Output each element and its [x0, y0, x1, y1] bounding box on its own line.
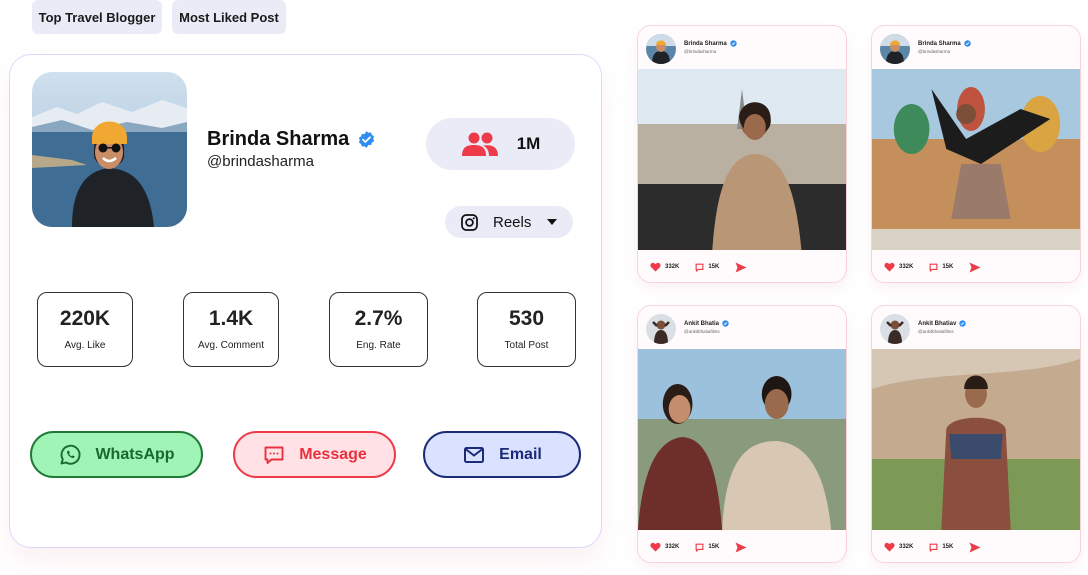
stat-label: Total Post: [504, 339, 549, 351]
profile-avatar: [32, 72, 187, 227]
stat-eng-rate: 2.7% Eng. Rate: [329, 292, 428, 367]
share-icon[interactable]: [969, 262, 981, 273]
tag-top-travel-blogger[interactable]: Top Travel Blogger: [32, 0, 162, 34]
message-button[interactable]: Message: [233, 431, 396, 478]
heart-icon[interactable]: [650, 262, 661, 272]
post-likes: 332K: [665, 264, 680, 270]
post-author-avatar: [880, 34, 910, 64]
influencer-profile-card: Brinda Sharma @brindasharma 1M Reels 220…: [9, 54, 602, 548]
post-author[interactable]: Ankit Bhatia: [684, 321, 719, 327]
stat-avg-comment: 1.4K Avg. Comment: [183, 292, 279, 367]
comment-icon[interactable]: [929, 263, 938, 272]
post-image[interactable]: [638, 69, 846, 250]
message-label: Message: [299, 445, 367, 463]
post-card[interactable]: Ankit Bhatia @ankitbhatiafilms 332K 15K: [637, 305, 847, 563]
chat-bubble-icon: [264, 446, 284, 464]
stat-label: Avg. Like: [64, 339, 106, 351]
share-icon[interactable]: [735, 542, 747, 553]
profile-handle: @brindasharma: [207, 153, 314, 170]
stat-avg-like: 220K Avg. Like: [37, 292, 133, 367]
post-author-row: Brinda Sharma: [684, 40, 737, 47]
post-image[interactable]: [872, 69, 1080, 250]
post-header: Ankit Bhatia @ankitbhatiafilms: [638, 306, 846, 349]
post-footer: 332K 15K: [638, 250, 846, 282]
heart-icon[interactable]: [884, 542, 895, 552]
post-likes: 332K: [899, 544, 914, 550]
instagram-icon: [461, 213, 478, 231]
post-footer: 332K 15K: [872, 250, 1080, 282]
post-footer: 332K 15K: [638, 530, 846, 562]
stat-value: 1.4K: [208, 306, 254, 330]
whatsapp-icon: [60, 444, 81, 465]
post-image[interactable]: [872, 349, 1080, 530]
post-card[interactable]: Brinda Sharma @brindasharma 332K 15K: [637, 25, 847, 283]
whatsapp-label: WhatsApp: [95, 445, 175, 463]
stat-value: 220K: [59, 306, 111, 330]
stat-label: Avg. Comment: [198, 339, 264, 351]
verified-badge-icon: [963, 40, 971, 47]
post-author-row: Brinda Sharma: [918, 40, 971, 47]
post-comments: 15K: [708, 544, 720, 550]
tag-most-liked-post[interactable]: Most Liked Post: [172, 0, 286, 34]
post-author-avatar: [880, 314, 910, 344]
share-icon[interactable]: [735, 262, 747, 273]
whatsapp-button[interactable]: WhatsApp: [30, 431, 203, 478]
heart-icon[interactable]: [650, 542, 661, 552]
email-button[interactable]: Email: [423, 431, 581, 478]
post-comments: 15K: [942, 264, 954, 270]
post-author[interactable]: Brinda Sharma: [684, 41, 727, 47]
verified-badge-icon: [359, 131, 375, 148]
post-header: Brinda Sharma @brindasharma: [872, 26, 1080, 69]
users-icon: [461, 132, 498, 156]
post-likes: 332K: [899, 264, 914, 270]
verified-badge-icon: [729, 40, 737, 47]
heart-icon[interactable]: [884, 262, 895, 272]
post-card[interactable]: Ankit Bhatiav @ankitbhatiafilms 332K 15K: [871, 305, 1081, 563]
followers-pill: 1M: [426, 118, 575, 170]
comment-icon[interactable]: [929, 543, 938, 552]
post-author-row: Ankit Bhatiav: [918, 320, 967, 327]
post-author-row: Ankit Bhatia: [684, 320, 729, 327]
post-handle: @ankitbhatiafilms: [918, 329, 954, 334]
post-handle: @brindasharma: [918, 49, 951, 54]
post-header: Ankit Bhatiav @ankitbhatiafilms: [872, 306, 1080, 349]
comment-icon[interactable]: [695, 263, 704, 272]
post-handle: @ankitbhatiafilms: [684, 329, 720, 334]
comment-icon[interactable]: [695, 543, 704, 552]
stat-value: 2.7%: [354, 306, 403, 330]
stat-label: Eng. Rate: [356, 339, 401, 351]
share-icon[interactable]: [969, 542, 981, 553]
post-card[interactable]: Brinda Sharma @brindasharma 332K 15K: [871, 25, 1081, 283]
post-image[interactable]: [638, 349, 846, 530]
platform-dropdown[interactable]: Reels: [445, 206, 573, 238]
email-label: Email: [499, 445, 542, 463]
post-author-avatar: [646, 34, 676, 64]
post-header: Brinda Sharma @brindasharma: [638, 26, 846, 69]
post-author-avatar: [646, 314, 676, 344]
followers-count: 1M: [516, 134, 541, 153]
mail-icon: [464, 446, 485, 463]
profile-name: Brinda Sharma: [207, 128, 350, 150]
post-comments: 15K: [708, 264, 720, 270]
verified-badge-icon: [722, 320, 729, 327]
post-comments: 15K: [942, 544, 954, 550]
profile-name-row: Brinda Sharma: [207, 128, 376, 151]
stat-value: 530: [508, 306, 545, 330]
stat-total-post: 530 Total Post: [477, 292, 576, 367]
post-author[interactable]: Brinda Sharma: [918, 41, 961, 47]
post-likes: 332K: [665, 544, 680, 550]
platform-selected: Reels: [493, 213, 532, 231]
chevron-down-icon: [547, 219, 558, 225]
post-footer: 332K 15K: [872, 530, 1080, 562]
post-author[interactable]: Ankit Bhatiav: [918, 321, 956, 327]
post-handle: @brindasharma: [684, 49, 717, 54]
verified-badge-icon: [959, 320, 967, 327]
